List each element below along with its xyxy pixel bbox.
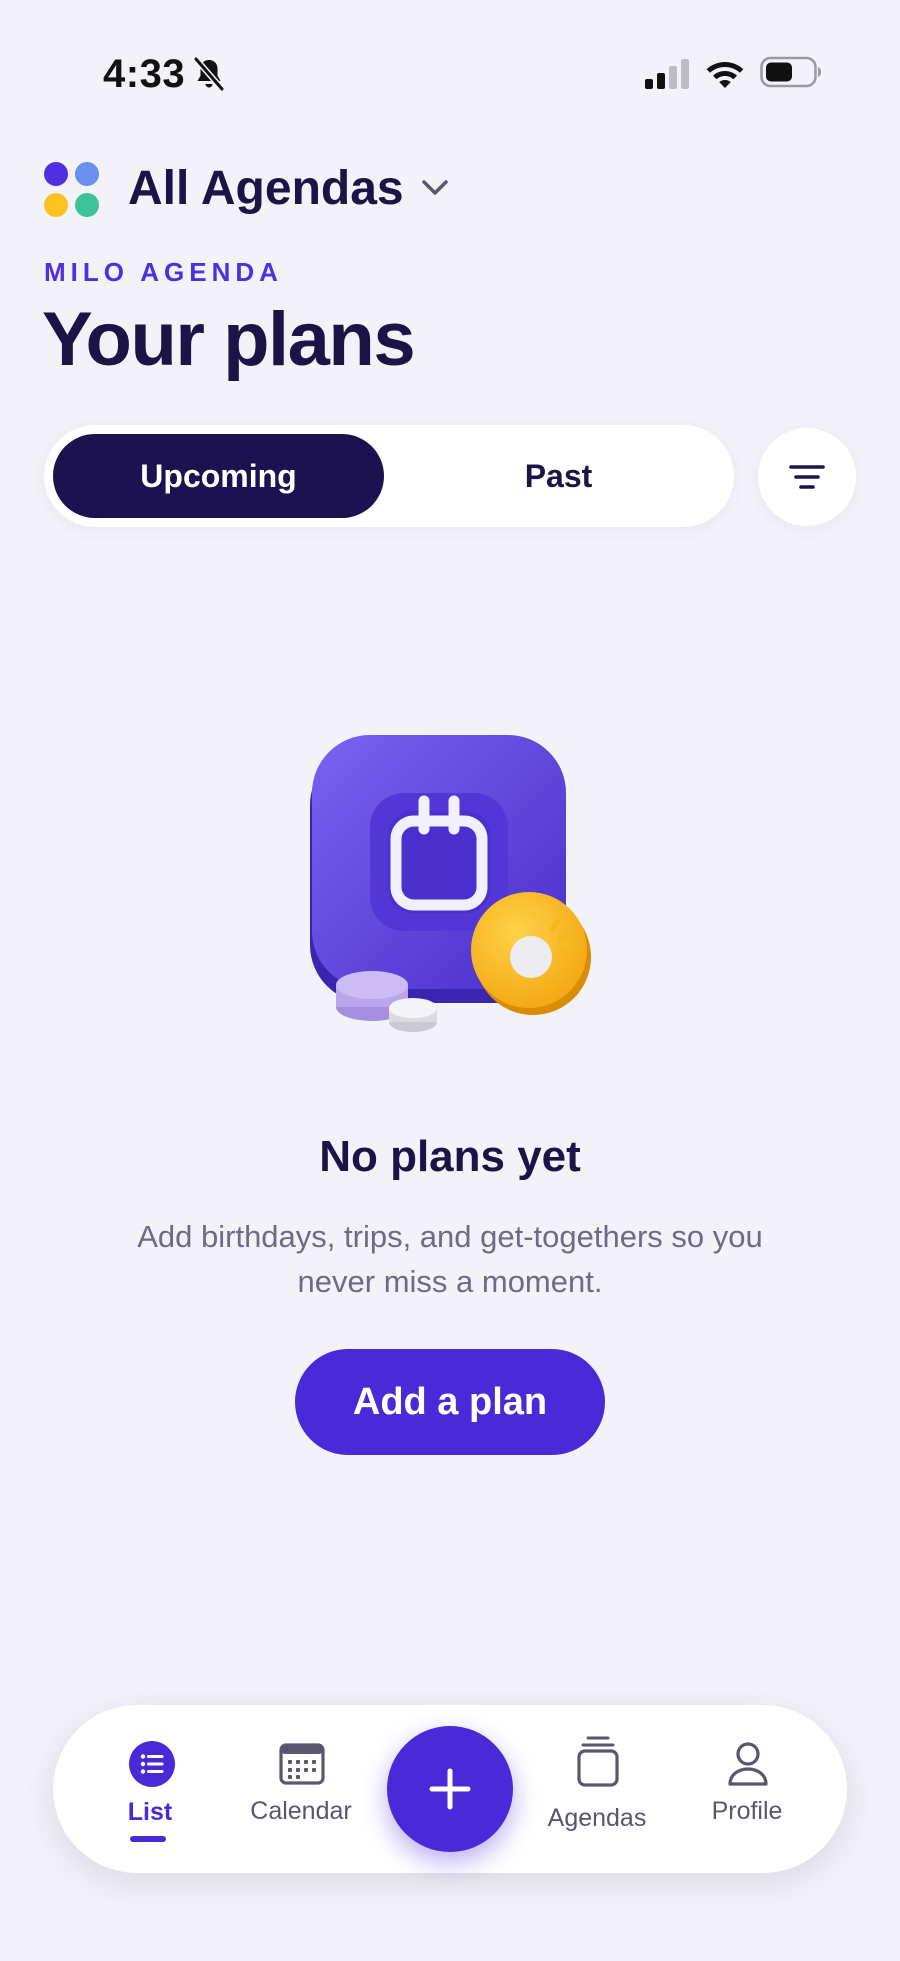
agendas-logo-icon bbox=[44, 159, 102, 217]
nav-label-agendas: Agendas bbox=[547, 1804, 647, 1832]
plus-icon bbox=[429, 1768, 471, 1810]
add-plan-fab[interactable] bbox=[387, 1726, 513, 1852]
tab-upcoming[interactable]: Upcoming bbox=[53, 434, 384, 518]
tab-past[interactable]: Past bbox=[393, 434, 724, 518]
agenda-switcher[interactable]: All Agendas bbox=[44, 156, 452, 220]
list-icon bbox=[129, 1741, 175, 1787]
battery-icon bbox=[760, 56, 821, 88]
app-eyebrow: MILO AGENDA bbox=[44, 257, 283, 287]
filter-icon bbox=[789, 465, 825, 489]
wifi-icon bbox=[706, 62, 744, 88]
nav-label-calendar: Calendar bbox=[250, 1797, 352, 1825]
nav-item-profile[interactable]: Profile bbox=[682, 1705, 812, 1873]
chevron-down-icon bbox=[421, 180, 448, 195]
calendar-icon bbox=[279, 1743, 325, 1785]
profile-icon bbox=[728, 1742, 768, 1786]
filter-button[interactable] bbox=[758, 428, 856, 526]
add-plan-button[interactable]: Add a plan bbox=[295, 1349, 605, 1455]
nav-active-indicator bbox=[130, 1836, 166, 1842]
nav-label-list: List bbox=[127, 1798, 173, 1826]
nav-label-profile: Profile bbox=[711, 1797, 783, 1825]
bell-muted-icon bbox=[193, 57, 225, 91]
status-time: 4:33 bbox=[103, 52, 186, 96]
plans-tab-switcher: Upcoming Past bbox=[44, 425, 734, 527]
agendas-icon bbox=[577, 1736, 619, 1787]
agenda-selector-label: All Agendas bbox=[128, 161, 404, 215]
status-bar: 4:33 bbox=[0, 0, 900, 150]
empty-state-title: No plans yet bbox=[319, 1132, 581, 1181]
page-title: Your plans bbox=[42, 297, 416, 382]
nav-item-list[interactable]: List bbox=[85, 1705, 215, 1873]
cellular-signal-icon bbox=[645, 59, 689, 89]
nav-item-calendar[interactable]: Calendar bbox=[236, 1705, 366, 1873]
calendar-illustration bbox=[310, 735, 591, 1032]
empty-state-description: Add birthdays, trips, and get-togethers … bbox=[137, 1219, 763, 1299]
nav-item-agendas[interactable]: Agendas bbox=[532, 1705, 662, 1873]
